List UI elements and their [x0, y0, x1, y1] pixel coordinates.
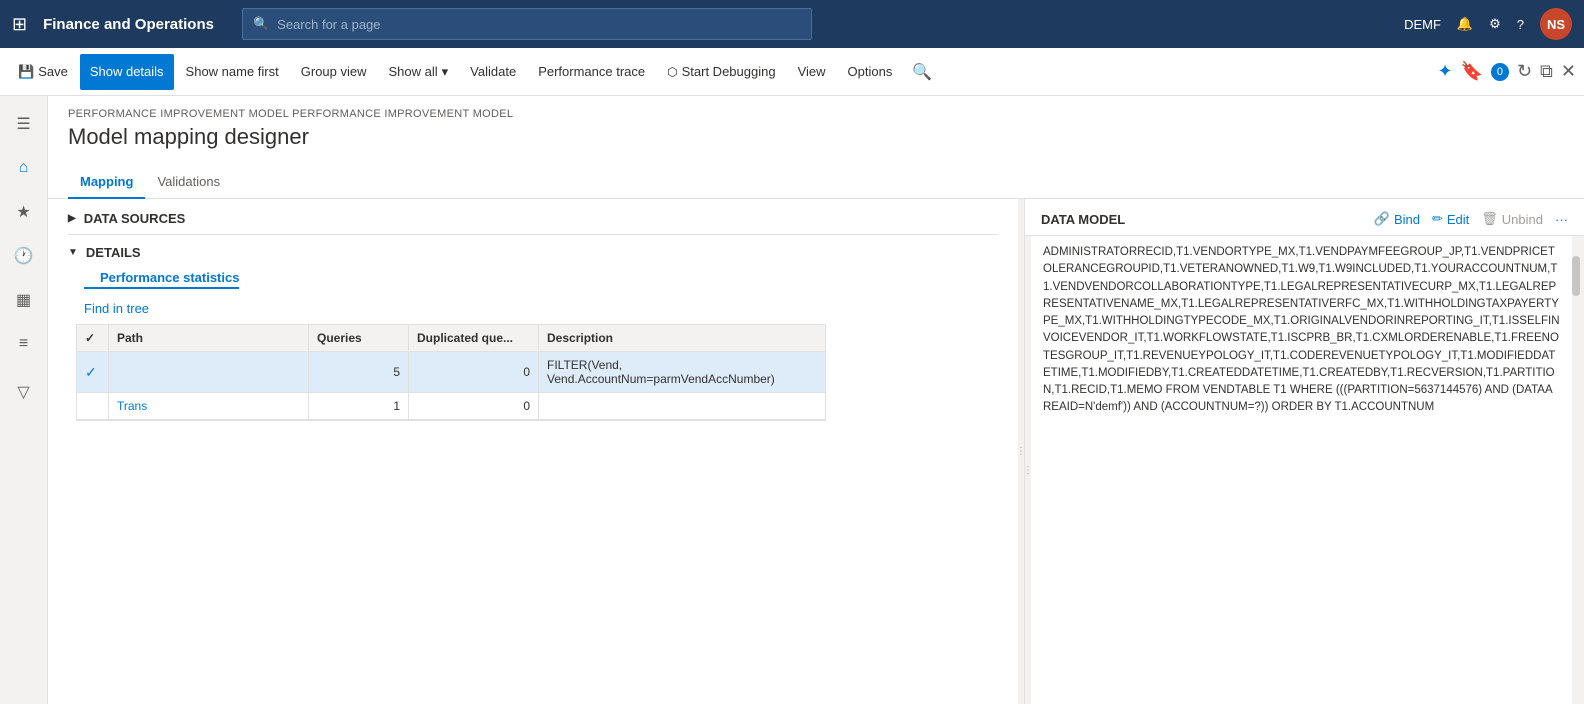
find-in-tree-link[interactable]: Find in tree: [84, 301, 998, 316]
details-label: DETAILS: [86, 245, 141, 260]
edit-icon: ✏: [1432, 211, 1443, 227]
unbind-icon: 🗑: [1481, 211, 1498, 227]
table-header: ✓ Path Queries Duplicated que... Descrip…: [77, 325, 825, 352]
col-path: Path: [109, 325, 309, 351]
data-sources-label: DATA SOURCES: [84, 211, 186, 226]
pin-icon[interactable]: ✦: [1437, 61, 1452, 82]
bookmark-icon[interactable]: 🔖: [1461, 61, 1483, 82]
col-queries: Queries: [309, 325, 409, 351]
help-icon[interactable]: ?: [1517, 17, 1524, 32]
row1-queries: 5: [309, 352, 409, 392]
content-area: PERFORMANCE IMPROVEMENT MODEL PERFORMANC…: [48, 96, 1584, 704]
grid-icon[interactable]: ⊞: [12, 14, 27, 35]
row1-path: [109, 352, 309, 392]
details-section: ▶ DATA SOURCES ▼ DETAILS Performance sta…: [48, 199, 1018, 704]
page-title: Model mapping designer: [68, 124, 1564, 150]
sidebar-grid-icon[interactable]: ▦: [4, 280, 44, 320]
notification-icon[interactable]: 🔔: [1457, 16, 1473, 32]
row1-check: ✓: [77, 352, 109, 392]
env-label: DEMF: [1404, 17, 1441, 32]
data-sources-section[interactable]: ▶ DATA SOURCES: [68, 207, 998, 230]
tab-mapping[interactable]: Mapping: [68, 166, 145, 199]
save-button[interactable]: 💾 Save: [8, 54, 78, 90]
details-content: Performance statistics: [68, 266, 998, 297]
nav-right: DEMF 🔔 ⚙ ? NS: [1404, 8, 1572, 40]
bind-button[interactable]: 🔗 Bind: [1374, 211, 1420, 227]
search-input[interactable]: [277, 17, 801, 32]
right-panel-header: DATA MODEL 🔗 Bind ✏ Edit 🗑 Unbind: [1025, 199, 1584, 236]
bind-icon: 🔗: [1374, 211, 1390, 227]
data-sources-chevron-icon: ▶: [68, 213, 76, 224]
right-panel-scrollbar[interactable]: [1572, 236, 1584, 704]
breadcrumb: PERFORMANCE IMPROVEMENT MODEL PERFORMANC…: [68, 108, 1564, 120]
top-navigation: ⊞ Finance and Operations 🔍 DEMF 🔔 ⚙ ? NS: [0, 0, 1584, 48]
search-bar[interactable]: 🔍: [242, 8, 812, 40]
performance-statistics-label[interactable]: Performance statistics: [84, 266, 239, 289]
main-layout: ☰ ⌂ ★ 🕐 ▦ ≡ ▽ PERFORMANCE IMPROVEMENT MO…: [0, 96, 1584, 704]
close-icon[interactable]: ✕: [1561, 61, 1576, 82]
performance-trace-button[interactable]: Performance trace: [528, 54, 655, 90]
more-options-button[interactable]: ···: [1555, 212, 1568, 227]
details-header[interactable]: ▼ DETAILS: [68, 239, 998, 266]
avatar[interactable]: NS: [1540, 8, 1572, 40]
details-chevron-icon: ▼: [68, 247, 78, 258]
sidebar-home-icon[interactable]: ⌂: [4, 148, 44, 188]
show-name-first-button[interactable]: Show name first: [176, 54, 289, 90]
checked-icon: ✓: [85, 364, 97, 381]
view-button[interactable]: View: [788, 54, 836, 90]
row2-check: [77, 393, 109, 419]
data-model-title: DATA MODEL: [1041, 212, 1125, 227]
search-bar-icon[interactable]: 🔍: [904, 62, 940, 82]
col-check: ✓: [77, 325, 109, 351]
col-duplicated: Duplicated que...: [409, 325, 539, 351]
unbind-button[interactable]: 🗑 Unbind: [1481, 211, 1543, 227]
section-divider: [68, 234, 998, 235]
debug-icon: ⬡: [667, 65, 677, 79]
data-table: ✓ Path Queries Duplicated que... Descrip…: [76, 324, 826, 421]
right-panel-content: ADMINISTRATORRECID,T1.VENDORTYPE_MX,T1.V…: [1031, 236, 1572, 704]
row2-path[interactable]: Trans: [109, 393, 309, 419]
more-icon: ···: [1555, 212, 1568, 227]
right-panel-actions: 🔗 Bind ✏ Edit 🗑 Unbind ···: [1374, 211, 1568, 227]
action-bar: 💾 Save Show details Show name first Grou…: [0, 48, 1584, 96]
search-icon: 🔍: [253, 16, 269, 32]
group-view-button[interactable]: Group view: [291, 54, 377, 90]
show-all-chevron-icon: ▾: [442, 64, 449, 80]
options-button[interactable]: Options: [838, 54, 903, 90]
settings-icon[interactable]: ⚙: [1489, 16, 1501, 32]
right-panel: DATA MODEL 🔗 Bind ✏ Edit 🗑 Unbind: [1024, 199, 1584, 704]
sidebar-filter-icon[interactable]: ▽: [4, 372, 44, 412]
sidebar-menu-icon[interactable]: ☰: [4, 104, 44, 144]
open-new-icon[interactable]: ⧉: [1540, 61, 1553, 82]
notification-badge: 0: [1491, 63, 1509, 81]
tabs-row: Mapping Validations: [48, 158, 1584, 199]
save-icon: 💾: [18, 64, 34, 80]
left-sidebar: ☰ ⌂ ★ 🕐 ▦ ≡ ▽: [0, 96, 48, 704]
show-all-button[interactable]: Show all ▾: [379, 54, 459, 90]
row2-description: [539, 393, 825, 419]
right-panel-body: ⋮ ADMINISTRATORRECID,T1.VENDORTYPE_MX,T1…: [1025, 236, 1584, 704]
row1-duplicated: 0: [409, 352, 539, 392]
app-title: Finance and Operations: [43, 16, 214, 33]
content-main: ▶ DATA SOURCES ▼ DETAILS Performance sta…: [48, 199, 1584, 704]
sidebar-star-icon[interactable]: ★: [4, 192, 44, 232]
checkbox-header-icon: ✓: [85, 331, 95, 345]
left-content: ▶ DATA SOURCES ▼ DETAILS Performance sta…: [48, 199, 1018, 704]
refresh-icon[interactable]: ↻: [1517, 61, 1532, 82]
start-debugging-button[interactable]: ⬡ Start Debugging: [657, 54, 785, 90]
table-row[interactable]: ✓ 5 0 FILTER(Vend, Vend.AccountNum=parmV…: [77, 352, 825, 393]
show-details-button[interactable]: Show details: [80, 54, 174, 90]
row2-duplicated: 0: [409, 393, 539, 419]
sidebar-clock-icon[interactable]: 🕐: [4, 236, 44, 276]
sidebar-list-icon[interactable]: ≡: [4, 324, 44, 364]
validate-button[interactable]: Validate: [460, 54, 526, 90]
row2-queries: 1: [309, 393, 409, 419]
scrollbar-thumb[interactable]: [1572, 256, 1580, 296]
edit-button[interactable]: ✏ Edit: [1432, 211, 1469, 227]
breadcrumb-area: PERFORMANCE IMPROVEMENT MODEL PERFORMANC…: [48, 96, 1584, 150]
table-row[interactable]: Trans 1 0: [77, 393, 825, 420]
col-description: Description: [539, 325, 825, 351]
tab-validations[interactable]: Validations: [145, 166, 232, 199]
row1-description: FILTER(Vend, Vend.AccountNum=parmVendAcc…: [539, 352, 825, 392]
